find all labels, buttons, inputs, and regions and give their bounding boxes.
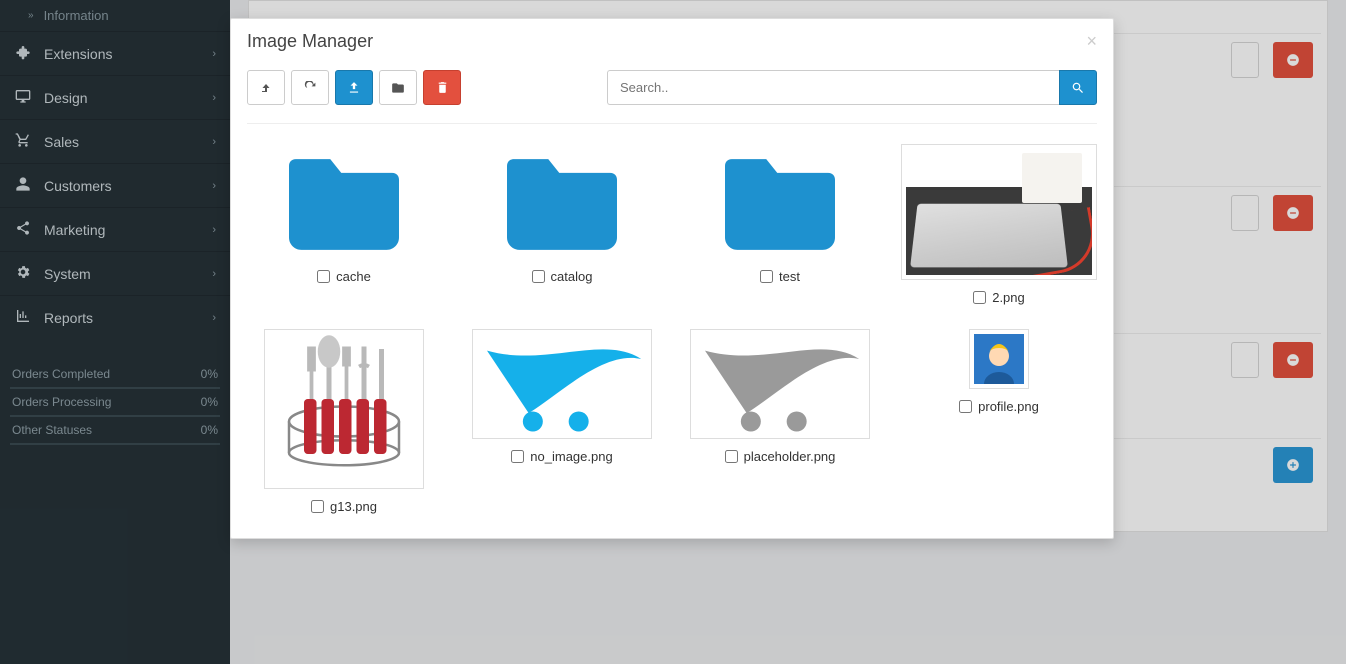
folder-tile-test[interactable]: test	[683, 144, 877, 305]
modal-title: Image Manager	[247, 31, 373, 52]
file-thumb	[472, 329, 652, 439]
search-icon	[1071, 81, 1085, 95]
file-tile-profile[interactable]: profile.png	[901, 329, 1097, 514]
modal-toolbar	[247, 62, 1097, 124]
level-up-icon	[260, 82, 272, 94]
parent-folder-button[interactable]	[247, 70, 285, 105]
delete-button[interactable]	[423, 70, 461, 105]
file-checkbox[interactable]	[959, 400, 972, 413]
refresh-icon	[304, 81, 317, 94]
opencart-logo-icon	[477, 334, 647, 434]
folder-tile-catalog[interactable]: catalog	[465, 144, 659, 305]
file-checkbox[interactable]	[725, 450, 738, 463]
refresh-button[interactable]	[291, 70, 329, 105]
file-checkbox[interactable]	[511, 450, 524, 463]
folder-checkbox[interactable]	[317, 270, 330, 283]
folder-icon	[391, 81, 405, 95]
avatar-preview	[974, 334, 1024, 384]
folder-tile-cache[interactable]: cache	[247, 144, 441, 305]
kitchen-preview	[269, 334, 419, 484]
upload-button[interactable]	[335, 70, 373, 105]
file-grid: cache catalog test 2.png	[247, 124, 1097, 514]
file-thumb	[901, 144, 1097, 280]
search-input[interactable]	[607, 70, 1059, 105]
search-button[interactable]	[1059, 70, 1097, 105]
file-tile-g13[interactable]: g13.png	[247, 329, 441, 514]
file-checkbox[interactable]	[311, 500, 324, 513]
file-checkbox[interactable]	[973, 291, 986, 304]
file-name: no_image.png	[530, 449, 612, 464]
file-tile-2png[interactable]: 2.png	[901, 144, 1097, 305]
folder-name: test	[779, 269, 800, 284]
file-name: profile.png	[978, 399, 1039, 414]
folder-checkbox[interactable]	[532, 270, 545, 283]
photo-preview	[906, 149, 1092, 275]
folder-icon	[710, 144, 850, 254]
file-thumb	[969, 329, 1029, 389]
file-thumb	[264, 329, 424, 489]
modal-header: Image Manager ×	[231, 19, 1113, 62]
trash-icon	[436, 81, 449, 94]
file-name: placeholder.png	[744, 449, 836, 464]
file-name: 2.png	[992, 290, 1025, 305]
file-tile-placeholder[interactable]: placeholder.png	[683, 329, 877, 514]
folder-icon	[492, 144, 632, 254]
image-manager-modal: Image Manager ×	[230, 18, 1114, 539]
upload-icon	[347, 81, 361, 95]
close-icon[interactable]: ×	[1086, 31, 1097, 52]
folder-name: catalog	[551, 269, 593, 284]
folder-checkbox[interactable]	[760, 270, 773, 283]
file-tile-noimage[interactable]: no_image.png	[465, 329, 659, 514]
new-folder-button[interactable]	[379, 70, 417, 105]
opencart-logo-grey-icon	[695, 334, 865, 434]
folder-name: cache	[336, 269, 371, 284]
file-thumb	[690, 329, 870, 439]
file-name: g13.png	[330, 499, 377, 514]
folder-icon	[274, 144, 414, 254]
